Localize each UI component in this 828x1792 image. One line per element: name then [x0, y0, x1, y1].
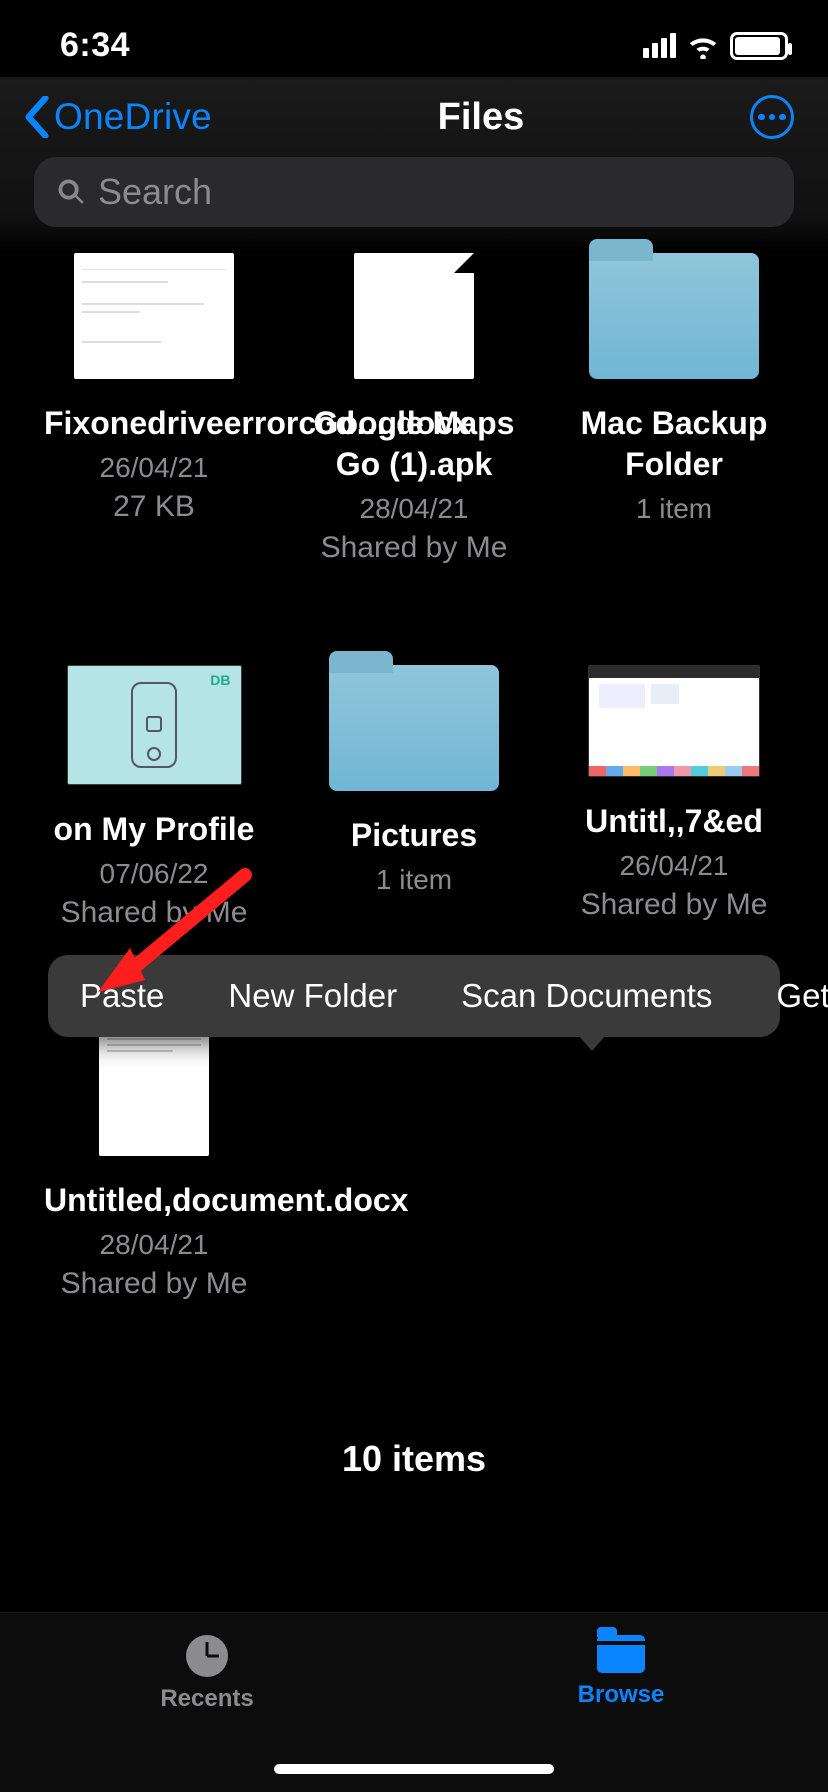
file-subtitle: 26/04/21	[100, 452, 209, 484]
search-field[interactable]	[34, 157, 794, 227]
ellipsis-icon	[758, 114, 786, 121]
file-subtitle: 1 item	[376, 864, 452, 896]
file-item[interactable]: Untitled,document.docx 28/04/21 Shared b…	[34, 1030, 274, 1301]
file-name: Untitled,document.docx	[44, 1180, 264, 1221]
status-icons	[643, 32, 788, 60]
battery-icon	[730, 32, 788, 60]
file-thumbnail-icon	[354, 253, 474, 379]
back-button[interactable]: OneDrive	[22, 96, 212, 138]
folder-icon	[329, 665, 499, 791]
file-item[interactable]: Google Maps Go (1).apk 28/04/21 Shared b…	[294, 253, 534, 565]
file-item[interactable]: Untitl,,7&ed 26/04/21 Shared by Me	[554, 665, 794, 930]
folder-item[interactable]: Pictures 1 item	[294, 665, 534, 930]
phone-outline-icon	[131, 682, 177, 768]
file-name: Google Maps Go (1).apk	[304, 403, 524, 485]
file-subtitle: 26/04/21	[620, 850, 729, 882]
file-name: Fixonedriveerrorcod….docx	[44, 403, 264, 444]
item-count: 10 items	[0, 1438, 828, 1480]
file-grid[interactable]: Fixonedriveerrorcod….docx 26/04/21 27 KB…	[0, 253, 828, 1301]
page-title: Files	[438, 96, 525, 139]
context-get-info[interactable]: Get Info	[744, 955, 828, 1037]
file-name: on My Profile	[54, 809, 255, 850]
wifi-icon	[686, 33, 720, 59]
file-subtitle: 28/04/21	[100, 1229, 209, 1261]
file-subtitle: 28/04/21	[360, 493, 469, 525]
file-detail: 27 KB	[113, 490, 195, 524]
back-label: OneDrive	[54, 96, 212, 138]
document-thumbnail-icon	[74, 253, 234, 379]
status-time: 6:34	[60, 26, 130, 65]
annotation-arrow-icon	[90, 870, 270, 1010]
file-subtitle: 1 item	[636, 493, 712, 525]
tab-recents-label: Recents	[160, 1685, 253, 1713]
file-name: Pictures	[351, 815, 477, 856]
nav-bar: OneDrive Files	[0, 85, 828, 157]
more-button[interactable]	[750, 95, 794, 139]
cellular-icon	[643, 33, 676, 58]
tab-browse-label: Browse	[578, 1681, 665, 1709]
file-item[interactable]: Fixonedriveerrorcod….docx 26/04/21 27 KB	[34, 253, 274, 565]
clock-icon	[186, 1635, 228, 1677]
thumbnail-tag: DB	[210, 672, 230, 688]
context-scan-documents[interactable]: Scan Documents	[429, 955, 744, 1037]
folder-item[interactable]: Mac Backup Folder 1 item	[554, 253, 794, 565]
folder-icon	[589, 253, 759, 379]
file-name: Untitl,,7&ed	[585, 801, 763, 842]
home-indicator[interactable]	[274, 1764, 554, 1774]
search-input[interactable]	[98, 171, 772, 213]
file-detail: Shared by Me	[581, 888, 768, 922]
file-detail: Shared by Me	[61, 1267, 248, 1301]
search-icon	[56, 177, 86, 207]
folder-icon	[597, 1635, 645, 1673]
chevron-left-icon	[22, 96, 52, 138]
image-thumbnail-icon: DB	[67, 665, 242, 785]
file-detail: Shared by Me	[321, 531, 508, 565]
screenshot-thumbnail-icon	[588, 665, 760, 777]
status-bar: 6:34	[0, 0, 828, 77]
file-name: Mac Backup Folder	[564, 403, 784, 485]
